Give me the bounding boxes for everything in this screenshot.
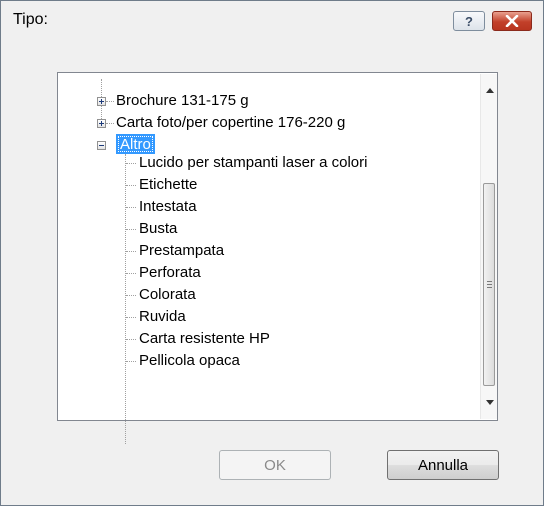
title-bar[interactable]: Tipo: ?	[1, 1, 543, 43]
tree-node-child[interactable]: Prestampata	[139, 240, 224, 262]
tree-connector	[126, 361, 136, 362]
tree-connector	[106, 101, 114, 102]
tree-node-carta-foto[interactable]: Carta foto/per copertine 176-220 g	[116, 112, 345, 134]
tree-connector	[125, 154, 126, 444]
tree-connector	[126, 295, 136, 296]
tree-node-child[interactable]: Busta	[139, 218, 177, 240]
tree-connector	[126, 317, 136, 318]
arrow-down-icon	[485, 400, 494, 405]
tree-connector	[106, 123, 114, 124]
help-button[interactable]: ?	[453, 11, 485, 31]
tree-connector	[126, 339, 136, 340]
tree-node-altro[interactable]: Altro	[116, 134, 155, 154]
tree-node-brochure[interactable]: Brochure 131-175 g	[116, 90, 249, 112]
vertical-scrollbar[interactable]	[480, 74, 497, 419]
expand-icon[interactable]	[97, 97, 106, 106]
tree-node-child[interactable]: Colorata	[139, 284, 196, 306]
tree-connector	[126, 229, 136, 230]
tree-connector	[126, 273, 136, 274]
collapse-icon[interactable]	[97, 141, 106, 150]
close-x-icon	[505, 15, 519, 27]
tree-node-child[interactable]: Perforata	[139, 262, 201, 284]
dialog-body: Brochure 131-175 g Carta foto/per copert…	[1, 43, 543, 505]
tree-node-child[interactable]: Intestata	[139, 196, 197, 218]
arrow-up-icon	[485, 88, 494, 93]
tree-node-child[interactable]: Lucido per stampanti laser a colori	[139, 152, 367, 174]
tree-connector	[126, 185, 136, 186]
tree-node-child[interactable]: Pellicola opaca	[139, 350, 240, 372]
close-button[interactable]	[492, 11, 532, 31]
ok-button[interactable]: OK	[219, 450, 331, 480]
paper-type-tree[interactable]: Brochure 131-175 g Carta foto/per copert…	[57, 72, 498, 444]
expand-icon[interactable]	[97, 119, 106, 128]
tree-connector	[126, 163, 136, 164]
tree-node-child[interactable]: Ruvida	[139, 306, 186, 328]
scroll-thumb[interactable]	[483, 183, 495, 386]
question-mark-icon: ?	[465, 13, 473, 29]
cancel-button[interactable]: Annulla	[387, 450, 499, 480]
dialog-title: Tipo:	[13, 11, 48, 28]
tree-connector	[126, 251, 136, 252]
tree-node-child[interactable]: Etichette	[139, 174, 197, 196]
scroll-up-button[interactable]	[481, 82, 498, 99]
tree-connector	[126, 207, 136, 208]
scroll-down-button[interactable]	[481, 394, 498, 411]
tree-node-child[interactable]: Carta resistente HP	[139, 328, 270, 350]
paper-type-dialog: Tipo: ? Brochure 131-175 g Carta foto/pe…	[0, 0, 544, 506]
